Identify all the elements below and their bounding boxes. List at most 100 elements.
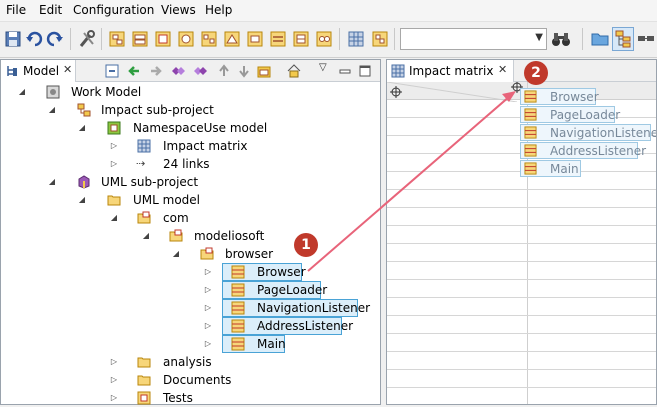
tree-node-class-main[interactable]: ▷ Main — [1, 335, 371, 353]
tab-impact-matrix[interactable]: Impact matrix ✕ — [387, 60, 514, 82]
tree-node-class-browser[interactable]: ▷ Browser — [1, 263, 371, 281]
diagram-icon[interactable] — [108, 29, 126, 49]
folder-icon[interactable] — [591, 29, 609, 49]
package-icon — [137, 391, 151, 405]
diagram-icon[interactable] — [154, 29, 172, 49]
tree-label: NamespaceUse model — [133, 121, 268, 135]
matrix-column-header[interactable]: PageLoader — [520, 106, 620, 123]
folder-icon — [107, 195, 121, 206]
expand-toggle-icon[interactable]: ▷ — [109, 353, 119, 371]
row-target-icon[interactable] — [390, 86, 402, 98]
expand-toggle-icon[interactable]: ◢ — [77, 119, 87, 137]
expand-toggle-icon[interactable]: ▷ — [203, 317, 213, 335]
binoculars-icon[interactable] — [551, 29, 571, 49]
expand-toggle-icon[interactable]: ◢ — [47, 173, 57, 191]
redo-icon[interactable] — [46, 29, 64, 49]
arrow-up-icon[interactable] — [217, 64, 231, 78]
diagram-icon[interactable] — [246, 29, 264, 49]
expand-toggle-icon[interactable]: ▷ — [203, 263, 213, 281]
diagram-icon[interactable] — [315, 29, 333, 49]
expand-toggle-icon[interactable]: ◢ — [141, 227, 151, 245]
expand-toggle-icon[interactable]: ◢ — [47, 101, 57, 119]
tree-node-tests[interactable]: ▷ Tests — [1, 389, 371, 407]
view-menu-icon[interactable]: ▽ — [319, 62, 327, 73]
package-icon[interactable] — [257, 64, 271, 78]
back-arrow-icon[interactable] — [127, 64, 141, 78]
folder-icon — [137, 375, 151, 386]
minimize-icon[interactable] — [339, 65, 351, 77]
expand-toggle-icon[interactable]: ▷ — [203, 299, 213, 317]
tools-icon[interactable] — [78, 29, 96, 49]
diagram-icon[interactable] — [200, 29, 218, 49]
save-icon[interactable] — [4, 29, 22, 49]
undo-icon[interactable] — [25, 29, 43, 49]
expand-toggle-icon[interactable]: ▷ — [109, 137, 119, 155]
expand-toggle-icon[interactable]: ▷ — [109, 371, 119, 389]
tab-model[interactable]: Model ✕ — [1, 60, 76, 82]
diamond-right-icon[interactable] — [193, 64, 207, 78]
tree-node-class-pageloader[interactable]: ▷ PageLoader — [1, 281, 371, 299]
tree-label: Impact sub-project — [101, 103, 214, 117]
tree-node-impact-matrix[interactable]: ▷ Impact matrix — [1, 137, 371, 155]
forward-arrow-icon[interactable] — [149, 64, 163, 78]
matrix-column-header[interactable]: AddressListener — [520, 142, 646, 159]
matrix-grid: Browser PageLoader NavigationListener Ad… — [387, 82, 656, 404]
tree-label: UML model — [133, 193, 201, 207]
tree-node-class-navigationlistener[interactable]: ▷ NavigationListener — [1, 299, 371, 317]
collapse-all-icon[interactable] — [105, 64, 119, 78]
tree-node-impact-subproject[interactable]: ◢ Impact sub-project — [1, 101, 371, 119]
diagram-icon[interactable] — [223, 29, 241, 49]
tree-node-analysis[interactable]: ▷ analysis — [1, 353, 371, 371]
arrow-down-icon[interactable] — [237, 64, 251, 78]
diagram-icon[interactable] — [371, 29, 389, 49]
menu-file[interactable]: File — [6, 3, 26, 17]
tree-node-namespaceuse-model[interactable]: ◢ NamespaceUse model — [1, 119, 371, 137]
menu-configuration[interactable]: Configuration — [73, 3, 154, 17]
tree-node-uml-subproject[interactable]: ◢ UML sub-project — [1, 173, 371, 191]
matrix-column-header[interactable]: NavigationListener — [520, 124, 656, 141]
matrix-column-header[interactable]: Main — [520, 160, 581, 177]
chevron-down-icon[interactable]: ▼ — [535, 32, 543, 43]
tree-label: Browser — [257, 265, 306, 279]
expand-toggle-icon[interactable]: ▷ — [109, 389, 119, 407]
class-icon — [524, 162, 537, 175]
tree-label: NavigationListener — [257, 301, 371, 315]
diagram-icon[interactable] — [269, 29, 287, 49]
close-icon[interactable]: ✕ — [63, 63, 72, 76]
menu-edit[interactable]: Edit — [39, 3, 62, 17]
tree-label: Work Model — [71, 85, 142, 99]
matrix-column-header[interactable]: Browser — [520, 88, 599, 105]
tree-node-work-model[interactable]: ◢ Work Model — [1, 83, 371, 101]
matrix-column-label: Main — [550, 162, 579, 176]
expand-toggle-icon[interactable]: ◢ — [109, 209, 119, 227]
home-icon[interactable] — [287, 64, 301, 78]
menu-views[interactable]: Views — [161, 3, 196, 17]
tree-node-class-addresslistener[interactable]: ▷ AddressListener — [1, 317, 371, 335]
menu-help[interactable]: Help — [205, 3, 232, 17]
diagram-icon[interactable] — [177, 29, 195, 49]
expand-toggle-icon[interactable]: ▷ — [203, 281, 213, 299]
expand-toggle-icon[interactable]: ◢ — [171, 245, 181, 263]
expand-toggle-icon[interactable]: ▷ — [203, 335, 213, 353]
menu-bar: File Edit Configuration Views Help — [0, 0, 657, 22]
tree-view-toggle[interactable] — [612, 27, 634, 51]
expand-toggle-icon[interactable]: ◢ — [17, 83, 27, 101]
tree-node-links[interactable]: ▷ ⇢ 24 links — [1, 155, 371, 173]
diagram-icon[interactable] — [131, 29, 149, 49]
expand-toggle-icon[interactable]: ▷ — [109, 155, 119, 173]
impact-matrix-panel: Impact matrix ✕ Browser PageLoader Navig… — [386, 59, 657, 405]
diamond-left-icon[interactable] — [171, 64, 185, 78]
tree-node-uml-model[interactable]: ◢ UML model — [1, 191, 371, 209]
matrix-icon[interactable] — [347, 29, 365, 49]
diagram-icon[interactable] — [292, 29, 310, 49]
tree-label: 24 links — [163, 157, 210, 171]
tree-node-com[interactable]: ◢ com — [1, 209, 371, 227]
expand-toggle-icon[interactable]: ◢ — [77, 191, 87, 209]
close-icon[interactable]: ✕ — [498, 63, 507, 76]
matrix-icon — [391, 64, 405, 78]
model-icon — [107, 121, 121, 135]
tree-node-documents[interactable]: ▷ Documents — [1, 371, 371, 389]
link-icon[interactable] — [637, 29, 655, 49]
search-combo[interactable]: ▼ — [400, 28, 547, 50]
maximize-icon[interactable] — [359, 65, 371, 77]
